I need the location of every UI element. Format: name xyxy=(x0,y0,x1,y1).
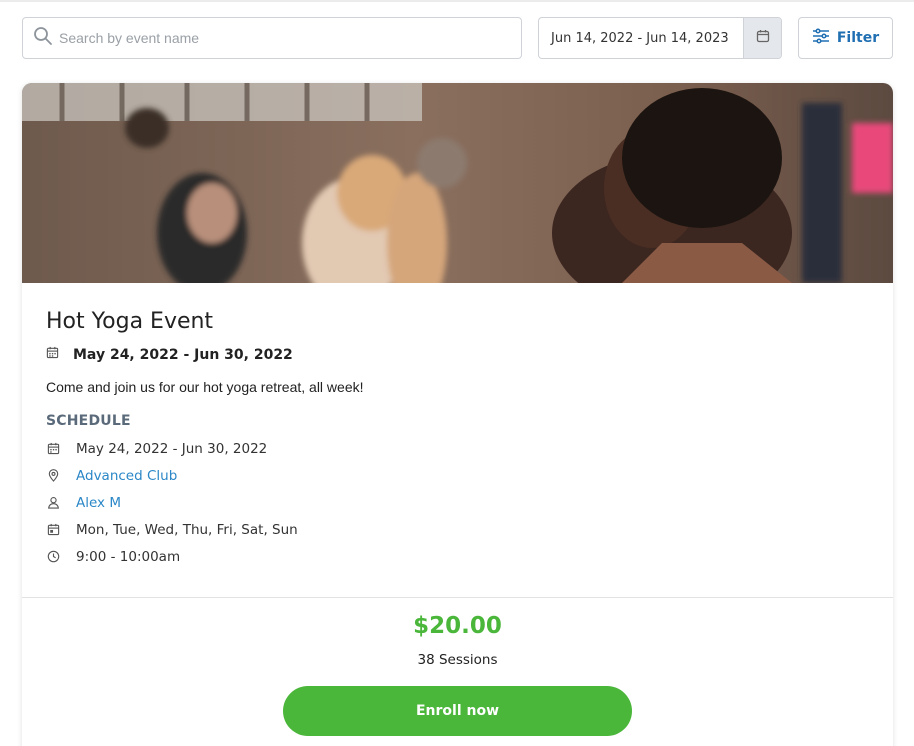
map-pin-icon xyxy=(46,469,60,483)
card-divider xyxy=(22,597,893,598)
schedule-time-row: 9:00 - 10:00am xyxy=(46,543,869,570)
event-date-range: May 24, 2022 - Jun 30, 2022 xyxy=(73,346,293,363)
clock-icon xyxy=(46,550,60,564)
calendar-day-icon xyxy=(46,523,60,537)
search-box[interactable] xyxy=(22,17,522,59)
schedule-time: 9:00 - 10:00am xyxy=(76,548,181,565)
schedule-list: May 24, 2022 - Jun 30, 2022 Advanced Clu… xyxy=(46,435,869,570)
schedule-dates-row: May 24, 2022 - Jun 30, 2022 xyxy=(46,435,869,462)
event-price: $20.00 xyxy=(413,613,502,639)
schedule-location-row: Advanced Club xyxy=(46,462,869,489)
filter-label: Filter xyxy=(836,30,880,46)
calendar-button[interactable] xyxy=(743,18,781,58)
schedule-dates: May 24, 2022 - Jun 30, 2022 xyxy=(76,440,268,457)
location-link[interactable]: Advanced Club xyxy=(76,468,177,484)
sliders-icon xyxy=(812,28,837,48)
schedule-days-row: Mon, Tue, Wed, Thu, Fri, Sat, Sun xyxy=(46,516,869,543)
enroll-button[interactable]: Enroll now xyxy=(283,686,632,736)
date-range-picker[interactable]: Jun 14, 2022 - Jun 14, 2023 xyxy=(538,17,782,59)
schedule-heading: SCHEDULE xyxy=(46,413,131,429)
schedule-instructor-row: Alex M xyxy=(46,489,869,516)
search-input[interactable] xyxy=(59,30,499,46)
filter-button[interactable]: Filter xyxy=(798,17,893,59)
event-date-row: May 24, 2022 - Jun 30, 2022 xyxy=(46,346,869,363)
date-range-value[interactable]: Jun 14, 2022 - Jun 14, 2023 xyxy=(539,18,743,58)
event-description: Come and join us for our hot yoga retrea… xyxy=(46,379,364,395)
search-icon xyxy=(33,26,59,51)
event-hero-image xyxy=(22,83,893,283)
calendar-icon xyxy=(46,346,73,363)
calendar-icon xyxy=(46,442,60,456)
schedule-days: Mon, Tue, Wed, Thu, Fri, Sat, Sun xyxy=(76,521,298,538)
event-card: Hot Yoga Event May 24, 2022 - Jun 30, 20… xyxy=(22,83,893,746)
instructor-link[interactable]: Alex M xyxy=(76,495,121,511)
user-icon xyxy=(46,496,60,510)
event-title: Hot Yoga Event xyxy=(46,309,214,334)
top-border xyxy=(0,0,914,2)
session-count: 38 Sessions xyxy=(417,652,498,668)
calendar-icon xyxy=(756,29,770,48)
